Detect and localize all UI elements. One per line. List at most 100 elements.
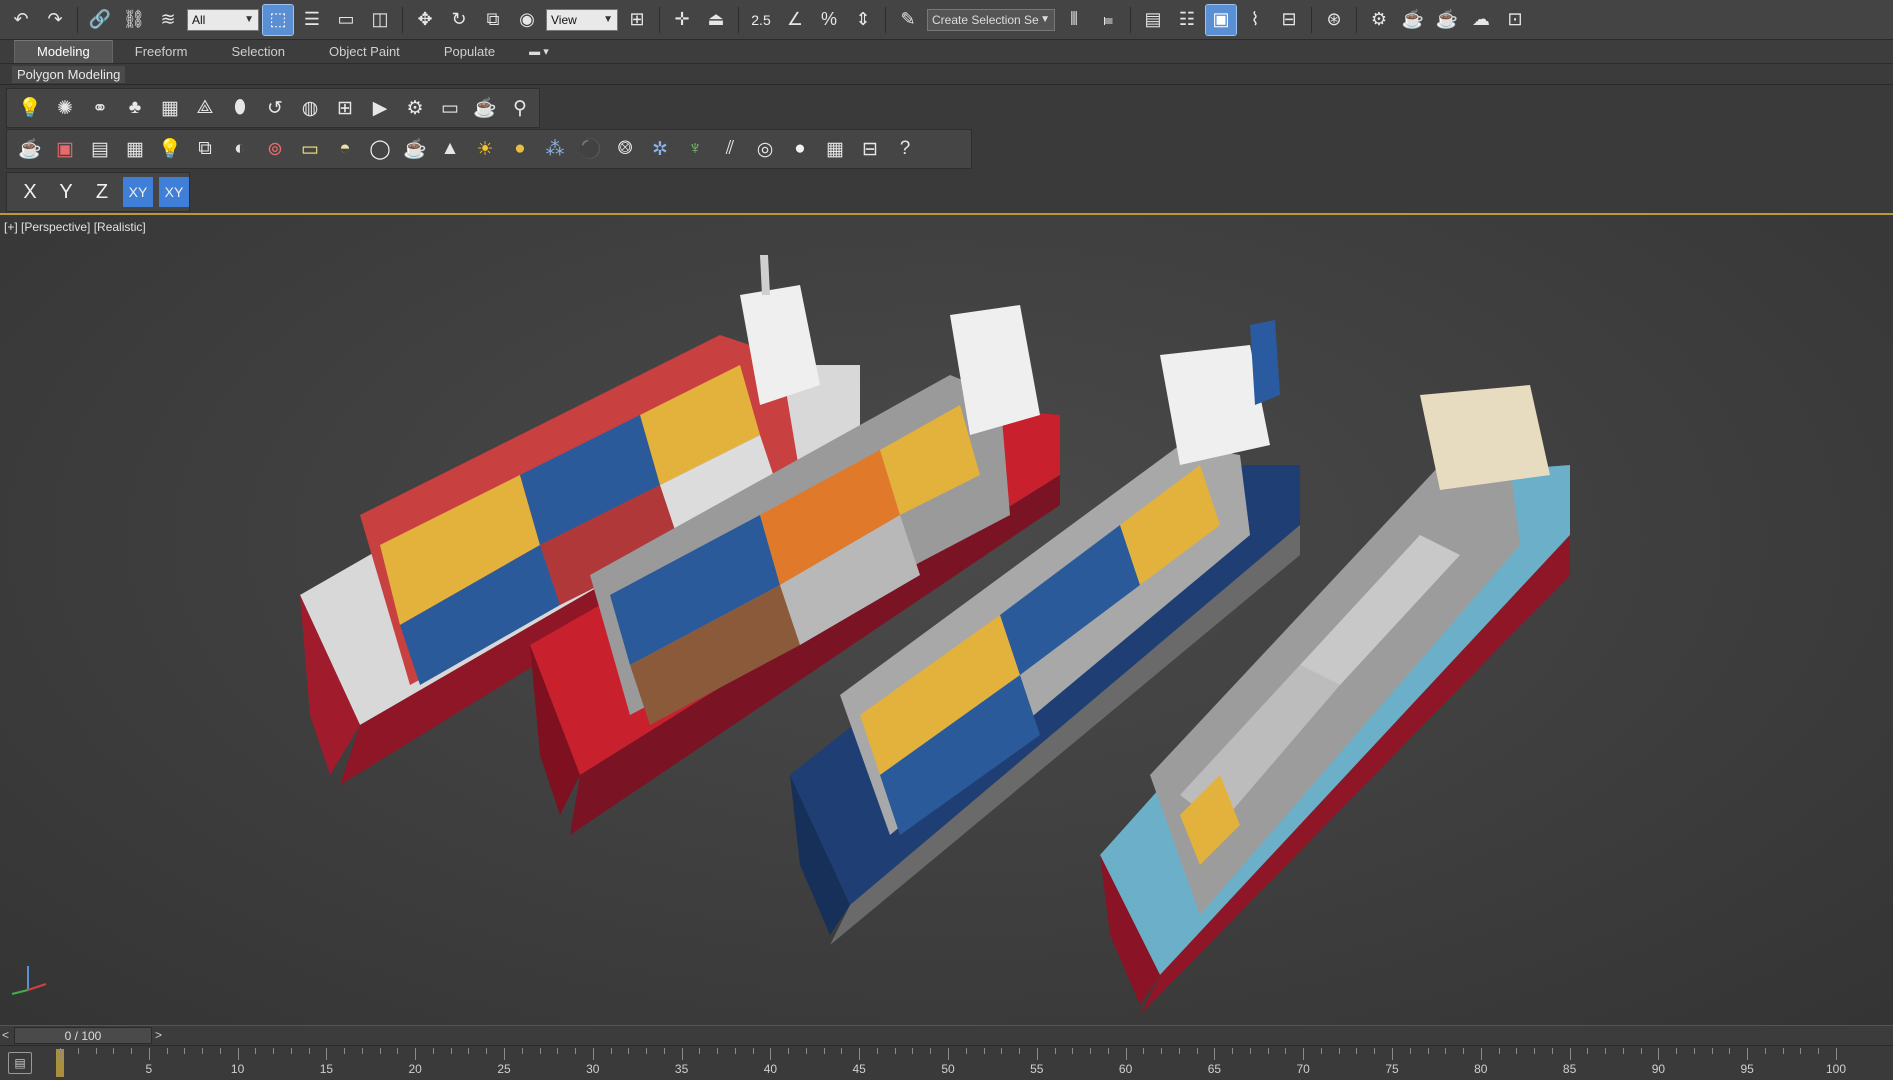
trackbar-tick-mark [504, 1048, 505, 1060]
selection-filter-dropdown[interactable]: All ▼ [187, 8, 259, 31]
spot-light-icon[interactable]: ▲ [435, 134, 465, 164]
move-icon[interactable]: ✥ [410, 5, 440, 35]
select-object-icon[interactable]: ⬚ [262, 3, 294, 36]
camera-group-icon[interactable]: ⚭ [85, 93, 115, 123]
render-setup-icon[interactable]: ⚙ [1364, 5, 1394, 35]
trackbar-tick-mark [326, 1048, 328, 1060]
ocean-icon[interactable]: ◎ [750, 134, 780, 164]
percent-snap-icon[interactable]: % [814, 5, 844, 35]
light-lister-icon[interactable]: ⚲ [505, 93, 535, 123]
schematic-view-icon[interactable]: ⊟ [1274, 5, 1304, 35]
keyboard-shortcut-override-icon[interactable]: ⏏ [701, 5, 731, 35]
mesh-light-icon[interactable]: ☕ [400, 134, 430, 164]
select-by-name-icon[interactable]: ☰ [297, 5, 327, 35]
toggle-ribbon-icon[interactable]: ☷ [1172, 5, 1202, 35]
pivot-center-icon[interactable]: ⊞ [622, 5, 652, 35]
time-slider-next-button[interactable]: > [155, 1028, 162, 1042]
fur-icon[interactable]: ⨷ [610, 134, 640, 164]
teapot-icon[interactable]: ☕ [470, 93, 500, 123]
particle-icon[interactable]: ⚫ [575, 134, 605, 164]
tab-freeform[interactable]: Freeform [113, 41, 210, 63]
select-manipulate-icon[interactable]: ✛ [667, 5, 697, 35]
material-sphere-icon[interactable]: ● [785, 134, 815, 164]
tab-populate[interactable]: Populate [422, 41, 517, 63]
render-production-icon[interactable]: ☕ [1432, 5, 1462, 35]
chevron-down-icon: ▼ [1040, 14, 1050, 25]
curve-editor-mini-icon[interactable]: ▤ [8, 1052, 32, 1074]
layer-explorer-icon[interactable]: ▤ [1138, 5, 1168, 35]
spinner-snap-icon[interactable]: ⇕ [848, 5, 878, 35]
redo-icon[interactable]: ↷ [40, 5, 70, 35]
refresh-icon[interactable]: ↺ [260, 93, 290, 123]
viewport-icon[interactable]: ▭ [435, 93, 465, 123]
x-axis-button[interactable]: X [15, 177, 45, 207]
rectangular-selection-icon[interactable]: ▭ [331, 5, 361, 35]
curve-editor-icon[interactable]: ⌇ [1240, 5, 1270, 35]
mirror-icon[interactable]: ⫴ [1059, 5, 1089, 35]
plane-light-icon[interactable]: ▭ [295, 134, 325, 164]
tab-selection[interactable]: Selection [210, 41, 307, 63]
tab-modeling[interactable]: Modeling [14, 40, 113, 63]
render-frame-icon[interactable]: ▣ [50, 134, 80, 164]
dome-light-icon[interactable]: ◍ [295, 93, 325, 123]
angle-snap-icon[interactable]: ∠ [780, 5, 810, 35]
render-cloud-icon[interactable]: ☁ [1466, 5, 1496, 35]
align-icon[interactable]: ⫢ [1093, 5, 1123, 35]
proxy-mesh-icon[interactable]: ⁂ [540, 134, 570, 164]
ies-light-icon[interactable]: ● [505, 134, 535, 164]
trackbar[interactable]: ▤ 5 10 15 20 25 30 35 40 45 50 55 60 65 70 75 80 85 90 95 1… [0, 1045, 1893, 1080]
foliage-icon[interactable]: ♣ [120, 93, 150, 123]
physical-camera-icon[interactable]: ⧉ [190, 134, 220, 164]
link-icon[interactable]: 🔗 [85, 5, 115, 35]
vfb-icon[interactable]: ⊚ [260, 134, 290, 164]
time-slider-prev-button[interactable]: < [2, 1028, 9, 1042]
xy-lock-button[interactable]: XY [159, 177, 189, 207]
dome-icon[interactable]: ◓ [330, 134, 360, 164]
place-icon[interactable]: ◉ [512, 5, 542, 35]
z-axis-button[interactable]: Z [87, 177, 117, 207]
rotate-icon[interactable]: ↻ [444, 5, 474, 35]
scale-icon[interactable]: ⧉ [478, 5, 508, 35]
omni-light-icon[interactable]: ✺ [50, 93, 80, 123]
displacement-icon[interactable]: ⫽ [715, 134, 745, 164]
sphere-light-icon[interactable]: ◯ [365, 134, 395, 164]
camera-target-icon[interactable]: ◐ [225, 134, 255, 164]
time-slider[interactable]: < 0 / 100 > [0, 1025, 1893, 1045]
polygon-modeling-panel[interactable]: Polygon Modeling [12, 66, 126, 83]
grass-icon[interactable]: ♆ [680, 134, 710, 164]
unlink-icon[interactable]: ⛓ [119, 5, 149, 35]
render-elements-icon[interactable]: ▤ [85, 134, 115, 164]
rendered-frame-window-icon[interactable]: ☕ [1398, 5, 1428, 35]
perspective-viewport[interactable]: [+] [Perspective] [Realistic] [0, 215, 1893, 1025]
render-shortcut-icon[interactable]: ⊡ [1500, 5, 1530, 35]
light-bulb-icon[interactable]: 💡 [15, 93, 45, 123]
help-icon[interactable]: ? [890, 134, 920, 164]
bounding-box-icon[interactable]: ⟁ [190, 93, 220, 123]
bind-space-warp-icon[interactable]: ≋ [153, 5, 183, 35]
scene-explorer-icon[interactable]: ▣ [1205, 3, 1237, 36]
xy-plane-button[interactable]: XY [123, 177, 153, 207]
converter-icon[interactable]: ⊟ [855, 134, 885, 164]
tab-object-paint[interactable]: Object Paint [307, 41, 422, 63]
render-settings-icon[interactable]: ▦ [120, 134, 150, 164]
sun-icon[interactable]: ☀ [470, 134, 500, 164]
camera-icon[interactable]: ⚙ [400, 93, 430, 123]
undo-icon[interactable]: ↶ [6, 5, 36, 35]
teapot-render-icon[interactable]: ☕ [15, 134, 45, 164]
proxy-icon[interactable]: ⬮ [225, 93, 255, 123]
y-axis-button[interactable]: Y [51, 177, 81, 207]
frame-buffer-icon[interactable]: ⊞ [330, 93, 360, 123]
render-region-icon[interactable]: ▶ [365, 93, 395, 123]
named-selection-dropdown[interactable]: Create Selection Se ▼ [927, 8, 1055, 31]
volume-icon[interactable]: ✲ [645, 134, 675, 164]
snaps-toggle[interactable]: 2.5 [746, 5, 776, 35]
reference-coord-dropdown[interactable]: View ▼ [546, 8, 618, 31]
window-crossing-icon[interactable]: ◫ [365, 5, 395, 35]
ribbon-options-icon[interactable]: ▬ ▾ [517, 45, 561, 63]
material-library-icon[interactable]: ▦ [820, 134, 850, 164]
edit-named-selection-icon[interactable]: ✎ [893, 5, 923, 35]
light-include-icon[interactable]: 💡 [155, 134, 185, 164]
time-slider-thumb[interactable]: 0 / 100 [14, 1027, 152, 1044]
material-editor-icon[interactable]: ⊛ [1319, 5, 1349, 35]
list-table-icon[interactable]: ▦ [155, 93, 185, 123]
